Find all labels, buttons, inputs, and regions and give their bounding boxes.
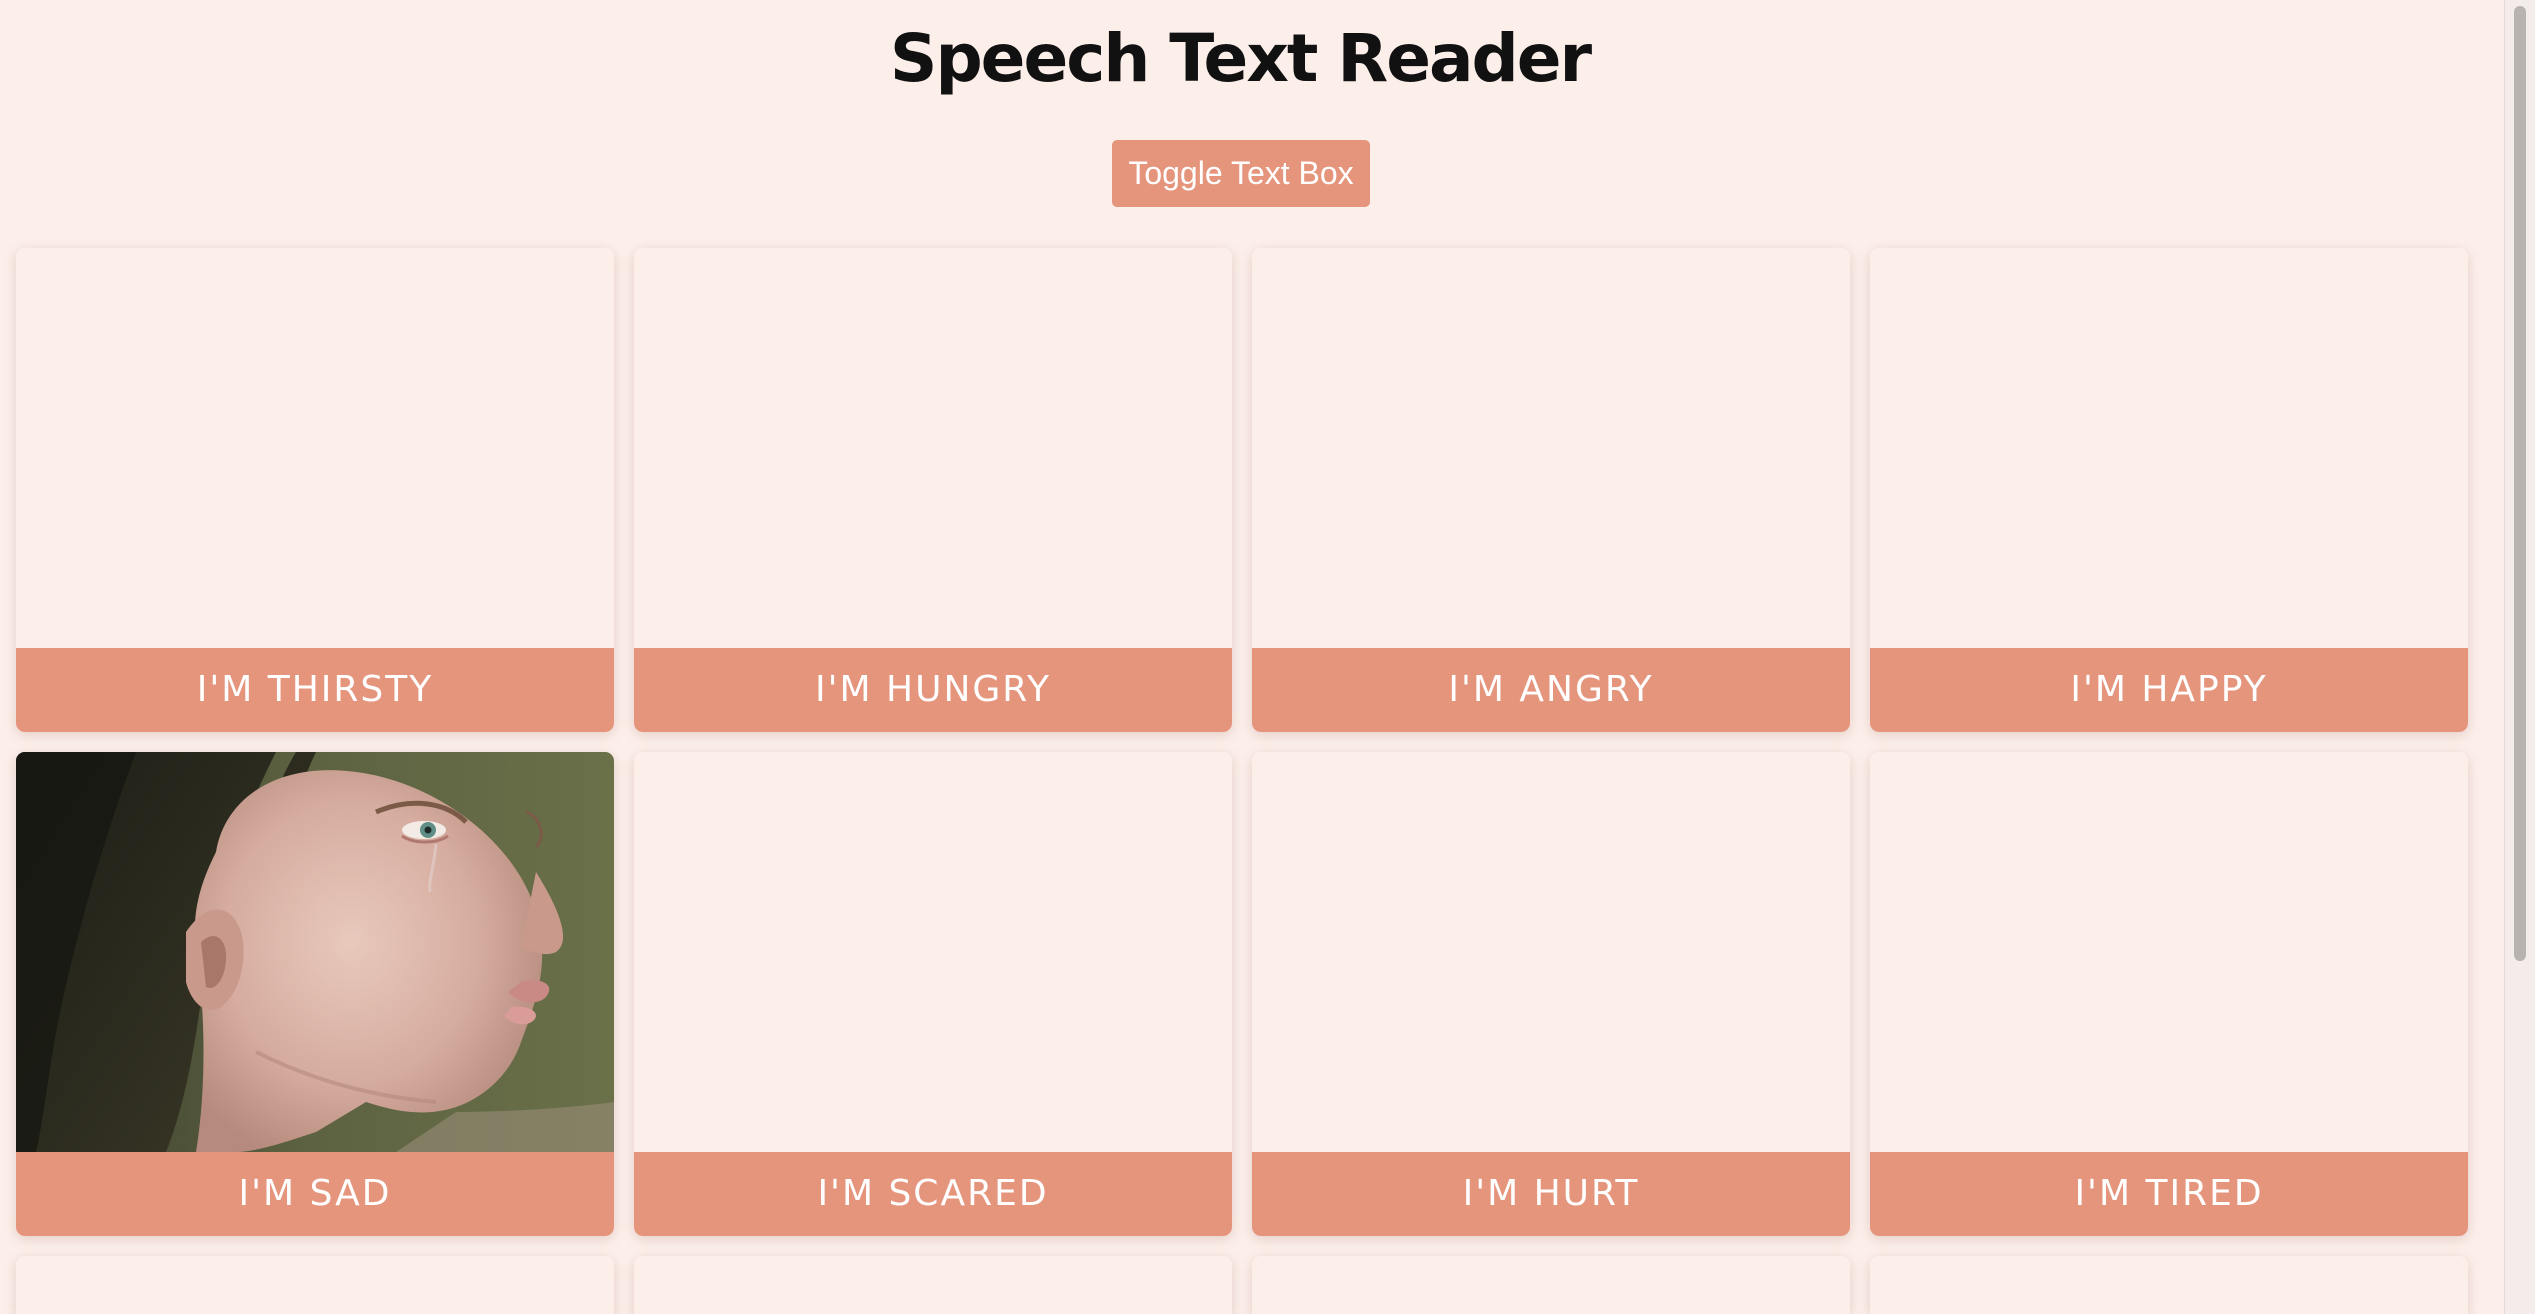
speech-card-sad[interactable]: I'M SAD (16, 752, 614, 1236)
card-image-placeholder (1870, 248, 2468, 648)
speech-card-angry[interactable]: I'M ANGRY (1252, 248, 1850, 732)
card-image-placeholder (634, 752, 1232, 1152)
toggle-text-box-button[interactable]: Toggle Text Box (1112, 140, 1370, 207)
card-label: I'M SAD (16, 1152, 614, 1236)
card-label: I'M SCARED (634, 1152, 1232, 1236)
scrollbar-thumb[interactable] (2514, 6, 2526, 961)
card-label: I'M HUNGRY (634, 648, 1232, 732)
speech-card-partial[interactable] (634, 1256, 1232, 1314)
speech-card-partial[interactable] (1870, 1256, 2468, 1314)
card-image-placeholder (1252, 752, 1850, 1152)
speech-card-thirsty[interactable]: I'M THIRSTY (16, 248, 614, 732)
card-label: I'M TIRED (1870, 1152, 2468, 1236)
card-image-placeholder (1870, 752, 2468, 1152)
card-image-placeholder (16, 248, 614, 648)
card-label: I'M HURT (1252, 1152, 1850, 1236)
card-image-placeholder (634, 248, 1232, 648)
speech-card-happy[interactable]: I'M HAPPY (1870, 248, 2468, 732)
speech-card-tired[interactable]: I'M TIRED (1870, 752, 2468, 1236)
speech-card-scared[interactable]: I'M SCARED (634, 752, 1232, 1236)
speech-card-partial[interactable] (1252, 1256, 1850, 1314)
card-image-placeholder (1252, 248, 1850, 648)
page: Speech Text Reader Toggle Text Box I'M T… (0, 0, 2535, 1314)
page-title: Speech Text Reader (889, 20, 1592, 97)
crying-woman-photo (16, 752, 614, 1152)
card-grid: I'M THIRSTY I'M HUNGRY I'M ANGRY I'M HAP… (16, 248, 2468, 1314)
speech-card-partial[interactable] (16, 1256, 614, 1314)
speech-card-hurt[interactable]: I'M HURT (1252, 752, 1850, 1236)
card-label: I'M THIRSTY (16, 648, 614, 732)
vertical-scrollbar[interactable] (2504, 0, 2535, 1314)
card-label: I'M ANGRY (1252, 648, 1850, 732)
card-label: I'M HAPPY (1870, 648, 2468, 732)
speech-card-hungry[interactable]: I'M HUNGRY (634, 248, 1232, 732)
